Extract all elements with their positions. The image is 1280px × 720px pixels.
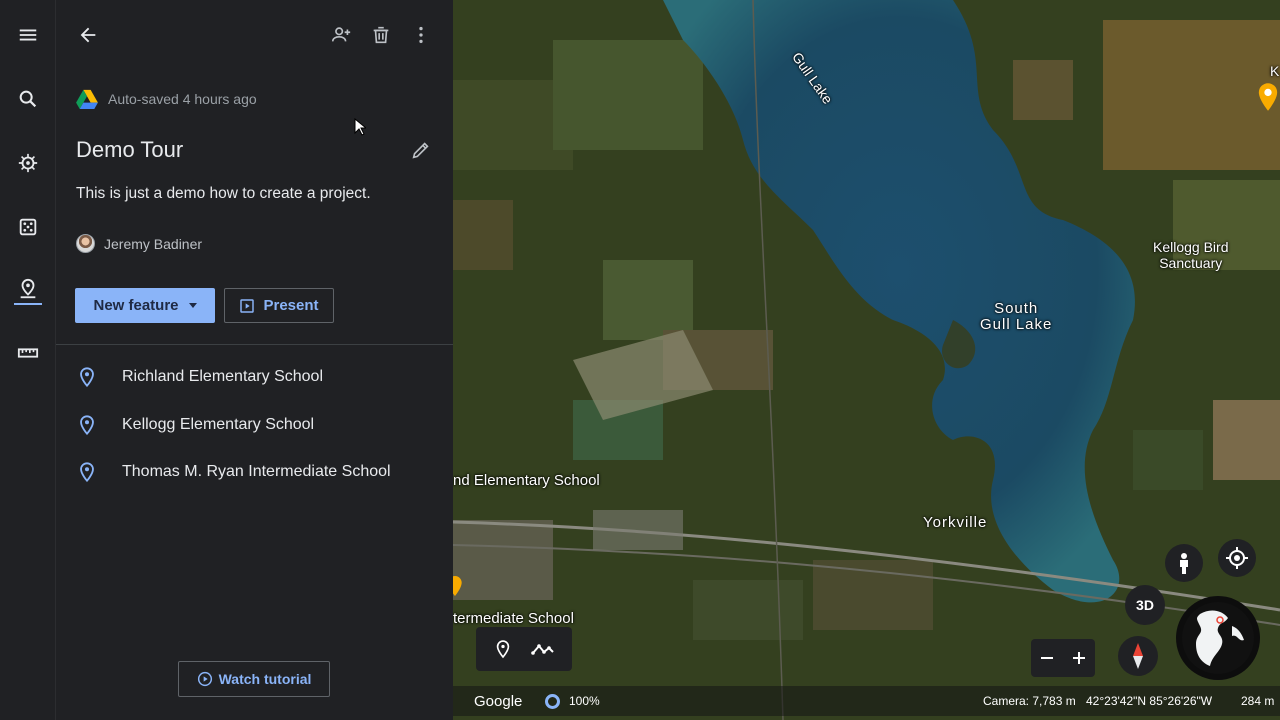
mouse-cursor-icon bbox=[354, 118, 366, 136]
more-vert-icon bbox=[419, 26, 423, 44]
caret-down-icon bbox=[188, 303, 197, 308]
nav-rail bbox=[0, 0, 56, 720]
new-feature-label: New feature bbox=[93, 297, 179, 314]
globe-minimap[interactable] bbox=[1176, 596, 1260, 680]
map-label-south-gull-lake: South Gull Lake bbox=[980, 300, 1053, 333]
avatar bbox=[76, 234, 95, 253]
camera-altitude: Camera: 7,783 m bbox=[983, 694, 1076, 708]
my-location-icon bbox=[1226, 547, 1248, 569]
play-circle-icon bbox=[197, 671, 212, 687]
coordinates: 42°23'42"N 85°26'26"W bbox=[1086, 694, 1213, 708]
drawing-toolbar bbox=[476, 627, 572, 671]
present-button[interactable]: Present bbox=[224, 288, 334, 323]
map-label-intermediate-school: termediate School bbox=[453, 610, 574, 627]
project-title: Demo Tour bbox=[76, 137, 184, 162]
feature-label: Thomas M. Ryan Intermediate School bbox=[122, 463, 391, 480]
map-pin-icon[interactable] bbox=[453, 574, 463, 598]
3d-toggle-button[interactable]: 3D bbox=[1125, 585, 1165, 625]
scale: 284 m bbox=[1241, 694, 1275, 708]
random-button[interactable] bbox=[0, 205, 56, 249]
edit-button[interactable] bbox=[406, 135, 436, 165]
menu-icon bbox=[19, 29, 37, 41]
voyager-icon bbox=[18, 153, 38, 173]
place-icon bbox=[80, 415, 94, 436]
autosave-text: Auto-saved 4 hours ago bbox=[108, 91, 257, 107]
delete-button[interactable] bbox=[363, 17, 399, 53]
search-button[interactable] bbox=[0, 77, 56, 121]
present-label: Present bbox=[263, 297, 319, 314]
project-description: This is just a demo how to create a proj… bbox=[76, 185, 371, 202]
projects-icon bbox=[20, 278, 36, 299]
person-add-icon bbox=[331, 27, 351, 42]
compass-button[interactable] bbox=[1118, 636, 1158, 676]
autosave-status: Auto-saved 4 hours ago bbox=[76, 88, 257, 110]
feature-item-kellogg[interactable]: Kellogg Elementary School bbox=[76, 407, 436, 443]
pencil-icon bbox=[412, 142, 429, 159]
zoom-in-icon[interactable] bbox=[1071, 650, 1087, 666]
back-button[interactable] bbox=[70, 17, 106, 53]
zoom-controls bbox=[1031, 639, 1095, 677]
place-icon bbox=[80, 462, 94, 483]
search-icon bbox=[19, 90, 37, 108]
place-icon bbox=[80, 367, 94, 388]
map-label-edge: K bbox=[1270, 63, 1280, 79]
status-bar: Google 100% Camera: 7,783 m 42°23'42"N 8… bbox=[453, 686, 1280, 716]
more-options-button[interactable] bbox=[403, 17, 439, 53]
map-label-yorkville: Yorkville bbox=[923, 514, 988, 531]
zoom-out-icon[interactable] bbox=[1039, 650, 1055, 666]
author-name: Jeremy Badiner bbox=[104, 235, 203, 252]
voyager-button[interactable] bbox=[0, 141, 56, 185]
compass-icon bbox=[1133, 643, 1143, 669]
loading-percent: 100% bbox=[569, 694, 600, 708]
feature-item-richland[interactable]: Richland Elementary School bbox=[76, 359, 436, 395]
globe-icon bbox=[1182, 602, 1254, 674]
google-logo: Google bbox=[474, 692, 523, 710]
share-button[interactable] bbox=[323, 17, 359, 53]
google-drive-icon bbox=[76, 89, 98, 109]
feature-item-thomas-ryan[interactable]: Thomas M. Ryan Intermediate School bbox=[76, 454, 436, 490]
present-icon bbox=[240, 298, 255, 313]
watch-tutorial-button[interactable]: Watch tutorial bbox=[178, 661, 330, 697]
map-label-elementary-school: nd Elementary School bbox=[453, 472, 600, 489]
map-label-kellogg-bird: Kellogg Bird Sanctuary bbox=[1153, 239, 1229, 271]
trash-icon bbox=[373, 26, 389, 44]
feature-label: Richland Elementary School bbox=[122, 368, 323, 385]
my-location-button[interactable] bbox=[1218, 539, 1256, 577]
arrow-back-icon bbox=[80, 27, 96, 43]
map-view[interactable]: Gull Lake Kellogg Bird Sanctuary South G… bbox=[453, 0, 1280, 720]
project-panel: Auto-saved 4 hours ago Demo Tour This is… bbox=[56, 0, 453, 720]
feature-label: Kellogg Elementary School bbox=[122, 416, 315, 433]
street-view-button[interactable] bbox=[1165, 544, 1203, 582]
new-feature-button[interactable]: New feature bbox=[75, 288, 215, 323]
measure-icon bbox=[17, 348, 39, 358]
random-icon bbox=[19, 218, 37, 236]
loading-indicator-icon bbox=[545, 693, 560, 709]
author: Jeremy Badiner bbox=[76, 234, 202, 253]
map-pin-icon[interactable] bbox=[1257, 82, 1279, 112]
pegman-icon bbox=[1180, 553, 1188, 574]
divider bbox=[56, 344, 453, 345]
watch-tutorial-label: Watch tutorial bbox=[218, 671, 312, 687]
measure-button[interactable] bbox=[0, 331, 56, 375]
active-indicator bbox=[14, 303, 42, 305]
draw-line-icon[interactable] bbox=[531, 639, 555, 659]
menu-button[interactable] bbox=[0, 13, 56, 57]
add-placemark-icon[interactable] bbox=[493, 639, 513, 659]
